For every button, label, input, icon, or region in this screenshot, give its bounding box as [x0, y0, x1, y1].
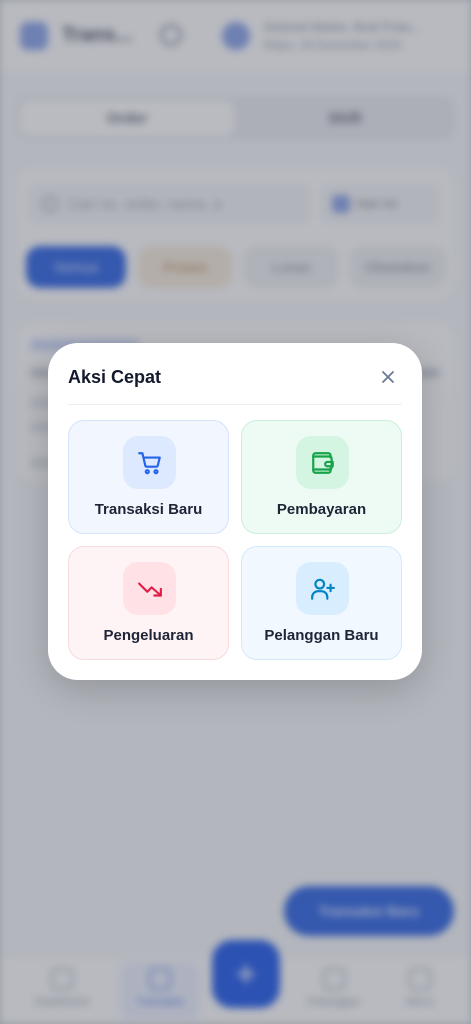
action-label: Pembayaran	[276, 501, 367, 518]
wallet-icon	[311, 451, 334, 474]
action-label: Transaksi Baru	[94, 501, 203, 518]
modal-title: Aksi Cepat	[68, 367, 162, 387]
action-label: Pengeluaran	[103, 627, 194, 644]
cart-icon	[137, 451, 161, 474]
icon-container	[296, 436, 349, 489]
close-button[interactable]	[374, 363, 402, 391]
modal-header: Aksi Cepat	[68, 343, 402, 405]
new-transaction-button[interactable]: Transaksi Baru	[68, 420, 229, 534]
user-plus-icon	[310, 578, 335, 600]
new-customer-button[interactable]: Pelanggan Baru	[241, 546, 402, 660]
trending-down-icon	[137, 582, 162, 597]
quick-actions-modal: Aksi Cepat Transaksi Baru Pembayaran Pen…	[48, 343, 422, 680]
close-icon	[382, 371, 394, 383]
icon-container	[296, 562, 349, 615]
action-label: Pelanggan Baru	[264, 627, 379, 644]
expense-button[interactable]: Pengeluaran	[68, 546, 229, 660]
icon-container	[123, 436, 176, 489]
icon-container	[123, 562, 176, 615]
payment-button[interactable]: Pembayaran	[241, 420, 402, 534]
